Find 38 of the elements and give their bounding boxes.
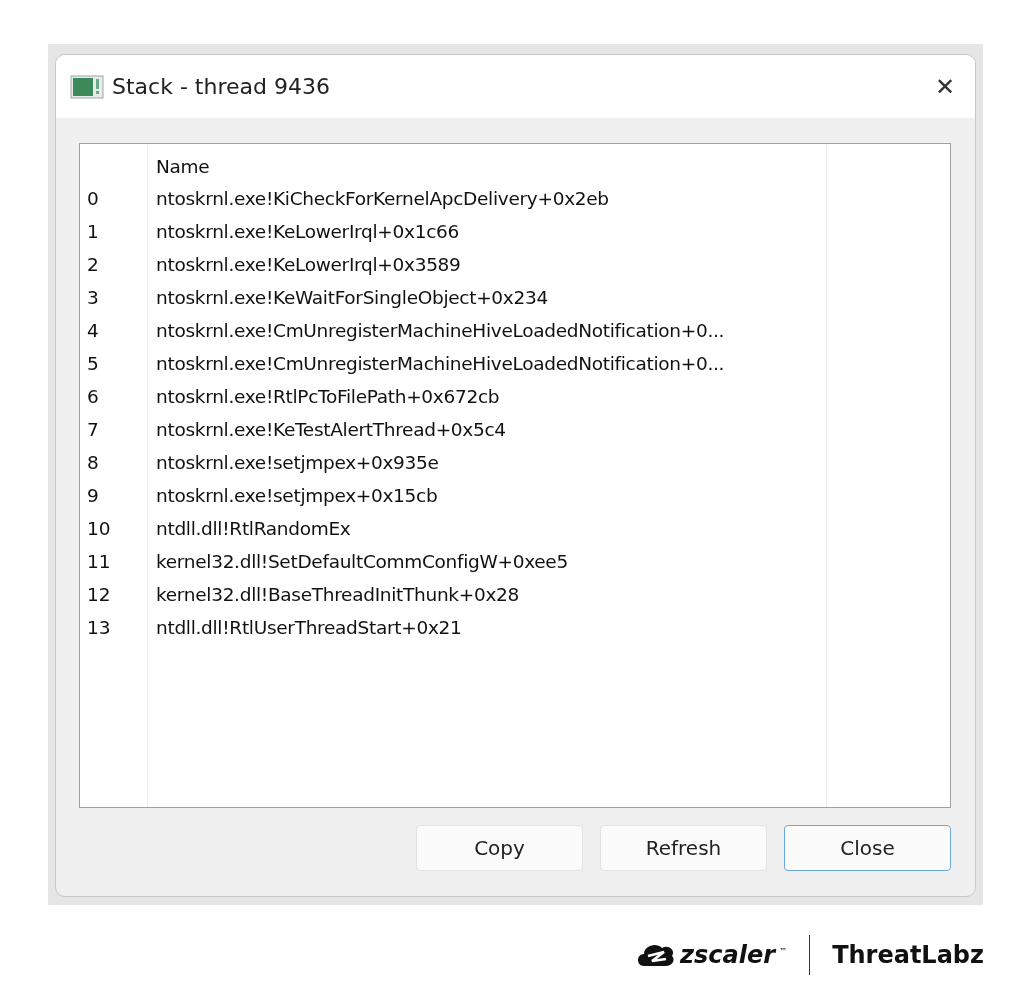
frame-index: 10: [86, 518, 112, 539]
window-title: Stack - thread 9436: [112, 74, 331, 99]
frame-name: ntdll.dll!RtlRandomEx: [155, 518, 351, 539]
dialog-button[interactable]: Close: [784, 825, 951, 871]
frame-index: 5: [86, 353, 100, 374]
frame-name: ntoskrnl.exe!setjmpex+0x935e: [155, 452, 439, 473]
frame-index: 8: [86, 452, 100, 473]
frame-name: ntoskrnl.exe!KeWaitForSingleObject+0x234: [155, 287, 548, 308]
frame-index: 13: [86, 617, 112, 638]
dialog-button[interactable]: Copy: [416, 825, 583, 871]
frame-index: 9: [86, 485, 100, 506]
frame-index: 12: [86, 584, 112, 605]
frame-index: 0: [86, 188, 100, 209]
frame-index: 7: [86, 419, 100, 440]
frame-index: 6: [86, 386, 100, 407]
product-name: ThreatLabz: [832, 941, 984, 969]
brand-logo: zscaler ™: [636, 941, 788, 969]
frame-index: 3: [86, 287, 100, 308]
frame-name: ntoskrnl.exe!KeLowerIrql+0x3589: [155, 254, 461, 275]
frame-name: kernel32.dll!BaseThreadInitThunk+0x28: [155, 584, 519, 605]
frame-name: ntdll.dll!RtlUserThreadStart+0x21: [155, 617, 462, 638]
frame-name: ntoskrnl.exe!setjmpex+0x15cb: [155, 485, 438, 506]
frame-name: ntoskrnl.exe!CmUnregisterMachineHiveLoadedNotification+0...: [155, 353, 725, 374]
frame-name: ntoskrnl.exe!KeTestAlertThread+0x5c4: [155, 419, 506, 440]
app-icon: [70, 74, 104, 99]
cloud-icon: [636, 942, 677, 968]
frame-index: 1: [86, 221, 100, 242]
frame-index: 2: [86, 254, 100, 275]
frame-index: 11: [86, 551, 112, 572]
frame-name: ntoskrnl.exe!KiCheckForKernelApcDelivery+0x2eb: [155, 188, 609, 209]
frame-name: ntoskrnl.exe!RtlPcToFilePath+0x672cb: [155, 386, 500, 407]
frame-name: ntoskrnl.exe!CmUnregisterMachineHiveLoadedNotification+0...: [155, 320, 725, 341]
frame-index: 4: [86, 320, 100, 341]
column-header: Name: [155, 155, 210, 177]
frame-name: ntoskrnl.exe!KeLowerIrql+0x1c66: [155, 221, 459, 242]
frame-name: kernel32.dll!SetDefaultCommConfigW+0xee5: [155, 551, 568, 572]
close-button[interactable]: ✕: [928, 72, 961, 101]
dialog-button[interactable]: Refresh: [600, 825, 767, 871]
